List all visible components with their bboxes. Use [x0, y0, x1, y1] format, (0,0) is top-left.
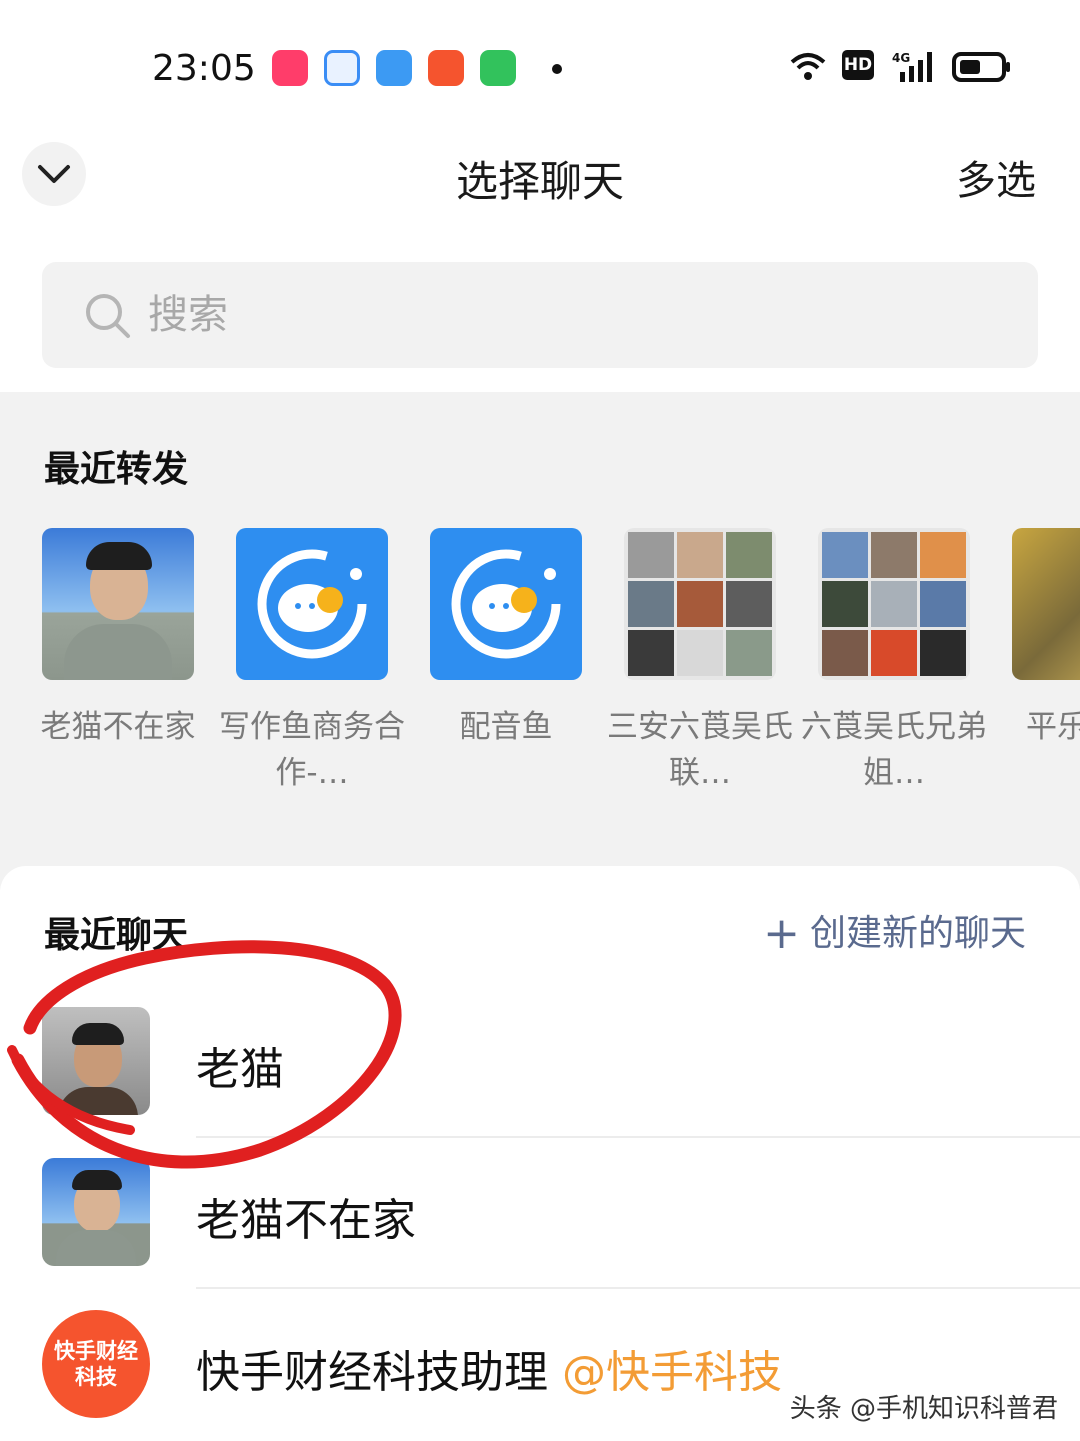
- group-avatar: [624, 528, 776, 680]
- recent-forward-title: 最近转发: [44, 449, 189, 490]
- divider: [196, 1136, 1080, 1138]
- recent-forward-label: 老猫不在家: [40, 709, 196, 745]
- wifi-icon: [790, 53, 826, 80]
- nav-bar: 选择聊天 多选: [0, 128, 1080, 228]
- chat-name: 老猫不在家: [196, 1195, 416, 1246]
- search-icon: [86, 294, 130, 338]
- recent-chats-title: 最近聊天: [44, 915, 189, 956]
- chat-row[interactable]: 老猫不在家: [0, 1158, 1080, 1308]
- recent-forward-item[interactable]: 配音鱼: [409, 528, 603, 796]
- weather-icon: [376, 50, 412, 86]
- create-new-chat-label: 创建新的聊天: [809, 913, 1026, 954]
- divider: [196, 1287, 1080, 1289]
- group-avatar: [818, 528, 970, 680]
- recent-forward-label: 平乐快递: [1026, 709, 1080, 745]
- avatar: [1012, 528, 1080, 680]
- kuaishou-icon: [272, 50, 308, 86]
- chat-tag: @快手科技: [562, 1347, 782, 1398]
- chat-row[interactable]: 老猫: [0, 1007, 1080, 1157]
- hd-icon: HD: [842, 50, 874, 80]
- recent-forward-item[interactable]: 老猫不在家: [21, 528, 215, 796]
- create-new-chat-button[interactable]: + 创建新的聊天: [763, 904, 1026, 959]
- plus-icon: +: [763, 908, 800, 959]
- search-bar[interactable]: [42, 262, 1038, 368]
- recent-forward-item[interactable]: 平乐快递: [991, 528, 1080, 796]
- avatar: [430, 528, 582, 680]
- avatar-text: 快手财经科技: [54, 1339, 138, 1389]
- status-time: 23:05: [152, 48, 256, 89]
- recent-forward-label: 配音鱼: [459, 709, 553, 745]
- recent-forward-label: 六莨吴氏兄弟姐…: [801, 709, 987, 791]
- page-title: 选择聊天: [455, 157, 624, 206]
- game-icon: [428, 50, 464, 86]
- dubbing-fish-logo-icon: [451, 549, 561, 659]
- top-panel: 23:05 HD 4G 选择聊天 多选: [0, 0, 1080, 240]
- browser-icon: [324, 50, 360, 86]
- watermark: 头条 @手机知识科普君: [789, 1394, 1058, 1424]
- search-section: [0, 240, 1080, 392]
- notification-dot: [552, 64, 562, 74]
- recent-forward-list: 老猫不在家 写作鱼商务合作-… 配音鱼 三安六莨吴氏联… 六莨吴氏兄弟姐… 平乐: [0, 528, 1080, 808]
- avatar: [42, 528, 194, 680]
- search-input[interactable]: [148, 280, 848, 350]
- recent-chats-panel: 最近聊天 + 创建新的聊天 老猫 老猫不在家 快手财经科技 快手财经科技助理 @快手…: [0, 866, 1080, 1441]
- avatar: 快手财经科技: [42, 1310, 150, 1418]
- recent-forward-item[interactable]: 三安六莨吴氏联…: [603, 528, 797, 796]
- recent-forward-item[interactable]: 六莨吴氏兄弟姐…: [797, 528, 991, 796]
- chat-name-row: 快手财经科技助理 @快手科技: [196, 1336, 782, 1400]
- chat-name: 老猫: [196, 1044, 284, 1095]
- avatar: [42, 1007, 150, 1115]
- recent-forward-label: 三安六莨吴氏联…: [607, 709, 793, 791]
- svg-text:4G: 4G: [892, 51, 910, 65]
- chat-name: 快手财经科技助理: [196, 1347, 548, 1398]
- recent-forward-item[interactable]: 写作鱼商务合作-…: [215, 528, 409, 796]
- battery-icon: [952, 52, 1010, 82]
- avatar: [42, 1158, 150, 1266]
- multi-select-button[interactable]: 多选: [956, 148, 1036, 206]
- avatar: [236, 528, 388, 680]
- status-bar: 23:05 HD 4G: [0, 40, 1080, 100]
- store-icon: [480, 50, 516, 86]
- signal-4g-icon: 4G: [892, 51, 932, 82]
- recent-forward-label: 写作鱼商务合作-…: [219, 709, 405, 791]
- dubbing-fish-logo-icon: [257, 549, 367, 659]
